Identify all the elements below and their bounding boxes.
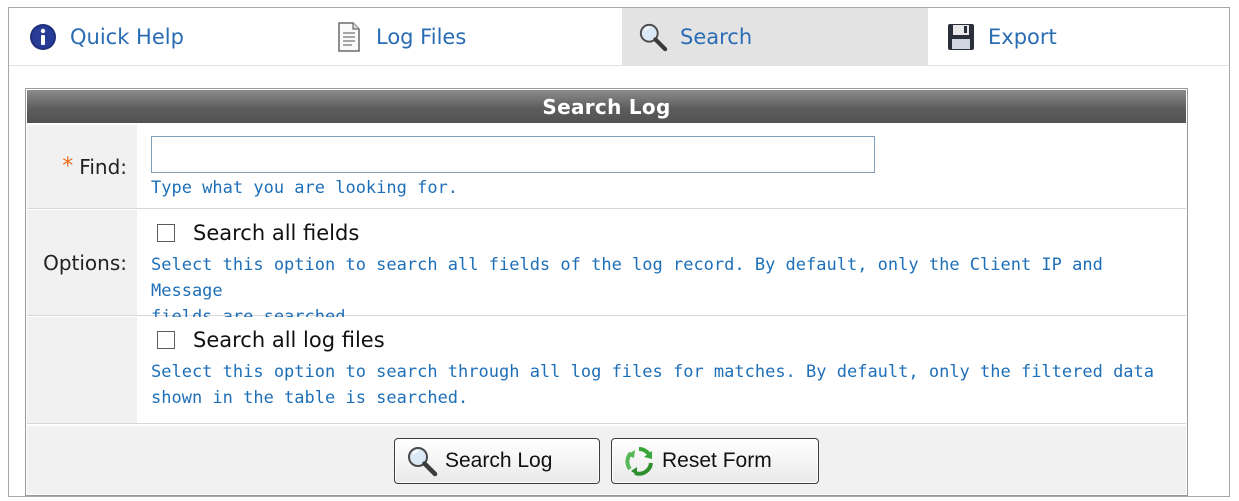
find-label: Find:	[79, 154, 127, 179]
form-title: Search Log	[27, 90, 1186, 123]
search-all-log-files-label: Search all log files	[193, 328, 385, 352]
tab-bar: Quick Help Log Files Search Export	[9, 8, 1229, 66]
reset-form-button[interactable]: Reset Form	[611, 438, 819, 484]
search-log-button-label: Search Log	[445, 449, 553, 472]
search-all-log-files-hint: Select this option to search through all…	[151, 359, 1161, 411]
search-all-log-files-option[interactable]: Search all log files	[157, 328, 385, 352]
search-all-log-files-hint-line2: shown in the table is searched.	[151, 388, 469, 408]
options-row-logfiles: Search all log files Select this option …	[27, 317, 1186, 424]
search-log-form: Search Log * Find: Type what you are loo…	[25, 88, 1188, 496]
document-icon	[334, 21, 364, 52]
find-input[interactable]	[151, 136, 875, 173]
options-logfiles-cell: Search all log files Select this option …	[139, 317, 1186, 423]
magnifier-icon	[405, 444, 439, 478]
tab-quick-help-label: Quick Help	[70, 24, 184, 49]
search-all-fields-label: Search all fields	[193, 221, 360, 245]
search-log-button[interactable]: Search Log	[394, 438, 600, 484]
tab-log-files[interactable]: Log Files	[334, 8, 614, 65]
reset-form-button-label: Reset Form	[662, 449, 772, 472]
tab-search[interactable]: Search	[622, 8, 928, 65]
find-label-cell: * Find:	[27, 125, 137, 208]
options-label: Options:	[43, 250, 127, 275]
find-value-cell: Type what you are looking for.	[139, 125, 1186, 208]
search-all-fields-hint-line1: Select this option to search all fields …	[151, 255, 1103, 301]
options-label-cell: Options:	[27, 210, 137, 315]
tab-export-label: Export	[988, 24, 1057, 49]
tab-log-files-label: Log Files	[376, 24, 467, 49]
find-row: * Find: Type what you are looking for.	[27, 125, 1186, 209]
tab-export[interactable]: Export	[946, 8, 1196, 65]
log-panel: Quick Help Log Files Search Export Searc…	[8, 7, 1230, 497]
search-all-log-files-checkbox[interactable]	[157, 331, 175, 349]
tab-quick-help[interactable]: Quick Help	[28, 8, 318, 65]
tab-search-label: Search	[680, 24, 753, 49]
search-all-log-files-hint-line1: Select this option to search through all…	[151, 362, 1155, 382]
find-hint: Type what you are looking for.	[151, 178, 459, 198]
search-all-fields-option[interactable]: Search all fields	[157, 221, 359, 245]
required-marker: *	[62, 154, 74, 179]
floppy-disk-icon	[946, 22, 976, 52]
button-row: Search Log Reset Form	[27, 426, 1186, 494]
options-row-fields: Options: Search all fields Select this o…	[27, 210, 1186, 327]
info-icon	[28, 22, 58, 52]
options-fields-cell: Search all fields Select this option to …	[139, 210, 1186, 327]
search-all-fields-checkbox[interactable]	[157, 224, 175, 242]
magnifier-icon	[638, 22, 668, 52]
options-label-cell-empty	[27, 317, 137, 423]
refresh-icon	[622, 444, 656, 478]
